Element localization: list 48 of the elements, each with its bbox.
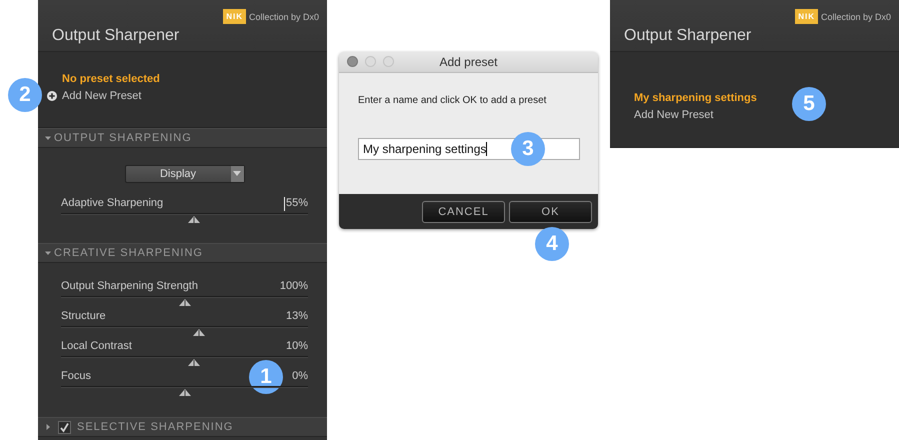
add-icon[interactable] — [47, 90, 57, 100]
panel-title: Output Sharpener — [52, 27, 180, 45]
add-preset-link[interactable]: Add New Preset — [62, 90, 142, 102]
section-header[interactable]: CREATIVE SHARPENING — [38, 243, 327, 263]
brand-text: Collection by Dx0 — [248, 12, 319, 22]
logo: NIK — [223, 9, 246, 24]
callout-badge: 1 — [249, 360, 283, 394]
add-preset-link[interactable]: Add New Preset — [634, 108, 714, 120]
slider-value: 100% — [280, 280, 308, 294]
callout-badge: 2 — [8, 78, 42, 112]
expanded-triangle-icon[interactable] — [44, 134, 52, 142]
panel-title: Output Sharpener — [624, 27, 752, 45]
preset-name[interactable]: My sharpening settings — [634, 92, 757, 104]
slider-label: Focus — [61, 370, 91, 384]
slider-value: 13% — [286, 310, 308, 324]
dialog-message: Enter a name and click OK to add a preset — [358, 95, 548, 106]
expanded-triangle-icon[interactable] — [44, 249, 52, 257]
callout-badge: 5 — [792, 87, 826, 121]
slider-thumb[interactable] — [178, 389, 190, 396]
close-button[interactable] — [347, 56, 358, 67]
slider-thumb[interactable] — [188, 359, 200, 366]
dropdown[interactable]: Display — [124, 165, 244, 183]
logo: NIK — [795, 9, 818, 24]
dialog-button[interactable]: CANCEL — [422, 200, 505, 222]
section-title: SELECTIVE SHARPENING — [77, 421, 234, 433]
callout-badge: 4 — [535, 226, 569, 260]
slider-thumb[interactable] — [193, 329, 206, 336]
slider-thumb[interactable] — [178, 299, 190, 306]
slider-thumb[interactable] — [188, 216, 200, 223]
collapsed-triangle-icon[interactable] — [44, 423, 52, 431]
slider-label: Output Sharpening Strength — [61, 280, 198, 294]
slider-label: Local Contrast — [61, 340, 132, 354]
dialog-button[interactable]: OK — [509, 200, 592, 222]
section-title: OUTPUT SHARPENING — [54, 132, 192, 144]
section-title: CREATIVE SHARPENING — [54, 247, 203, 259]
preset-name[interactable]: No preset selected — [62, 72, 160, 84]
slider-value[interactable]: 55% — [284, 197, 308, 211]
slider-value: 10% — [286, 340, 308, 354]
slider-label: Adaptive Sharpening — [61, 197, 164, 211]
section-header[interactable]: OUTPUT SHARPENING — [38, 128, 327, 148]
section-header[interactable]: SELECTIVE SHARPENING — [38, 417, 327, 437]
callout-badge: 3 — [511, 132, 545, 166]
caret-icon — [233, 171, 241, 177]
dialog-title: Add preset — [439, 55, 498, 69]
checkbox[interactable] — [58, 420, 71, 434]
brand-text: Collection by Dx0 — [820, 12, 891, 22]
slider-label: Structure — [61, 310, 106, 324]
slider-value: 0% — [292, 370, 308, 384]
